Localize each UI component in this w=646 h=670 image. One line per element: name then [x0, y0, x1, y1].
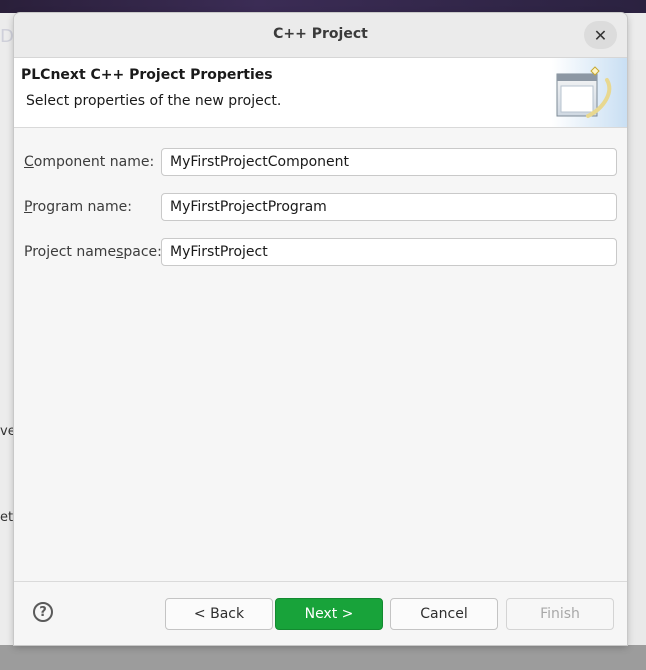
program-name-label-text: rogram name: — [32, 199, 132, 215]
wizard-page-description: Select properties of the new project. — [26, 93, 282, 109]
help-button[interactable]: ? — [33, 602, 53, 622]
wizard-header: PLCnext C++ Project Properties Select pr… — [14, 58, 627, 128]
project-namespace-input[interactable] — [161, 238, 617, 266]
close-button[interactable]: ✕ — [584, 21, 617, 49]
project-namespace-label-pre: Project name — [24, 244, 117, 260]
background-window-text: ve — [0, 424, 14, 439]
program-name-row: Program name: — [14, 193, 627, 223]
close-icon: ✕ — [593, 25, 608, 45]
component-name-mnemonic: C — [24, 154, 34, 170]
component-name-label: Component name: — [24, 154, 154, 170]
background-window-text: etp — [0, 510, 14, 525]
finish-button[interactable]: Finish — [506, 598, 614, 630]
component-name-input[interactable] — [161, 148, 617, 176]
wizard-banner-icon — [552, 58, 627, 127]
program-name-input[interactable] — [161, 193, 617, 221]
next-button[interactable]: Next > — [275, 598, 383, 630]
background-window-text: De — [0, 26, 14, 47]
wizard-page-title: PLCnext C++ Project Properties — [21, 67, 273, 83]
cpp-project-dialog: C++ Project ✕ PLCnext C++ Project Proper… — [14, 13, 627, 645]
project-namespace-label: Project namespace: — [24, 244, 162, 260]
component-name-row: Component name: — [14, 148, 627, 178]
project-namespace-label-post: pace: — [123, 244, 162, 260]
background-window-edge — [627, 60, 646, 670]
background-window-bottom — [0, 645, 646, 670]
component-name-label-text: omponent name: — [33, 154, 155, 170]
desktop-background — [0, 0, 646, 13]
back-button[interactable]: < Back — [165, 598, 273, 630]
project-namespace-row: Project namespace: — [14, 238, 627, 268]
dialog-title: C++ Project — [273, 26, 368, 42]
footer-divider — [14, 581, 627, 582]
program-name-label: Program name: — [24, 199, 132, 215]
cancel-button[interactable]: Cancel — [390, 598, 498, 630]
help-icon: ? — [39, 604, 47, 620]
program-name-mnemonic: P — [24, 199, 33, 215]
dialog-titlebar: C++ Project ✕ — [14, 13, 627, 58]
